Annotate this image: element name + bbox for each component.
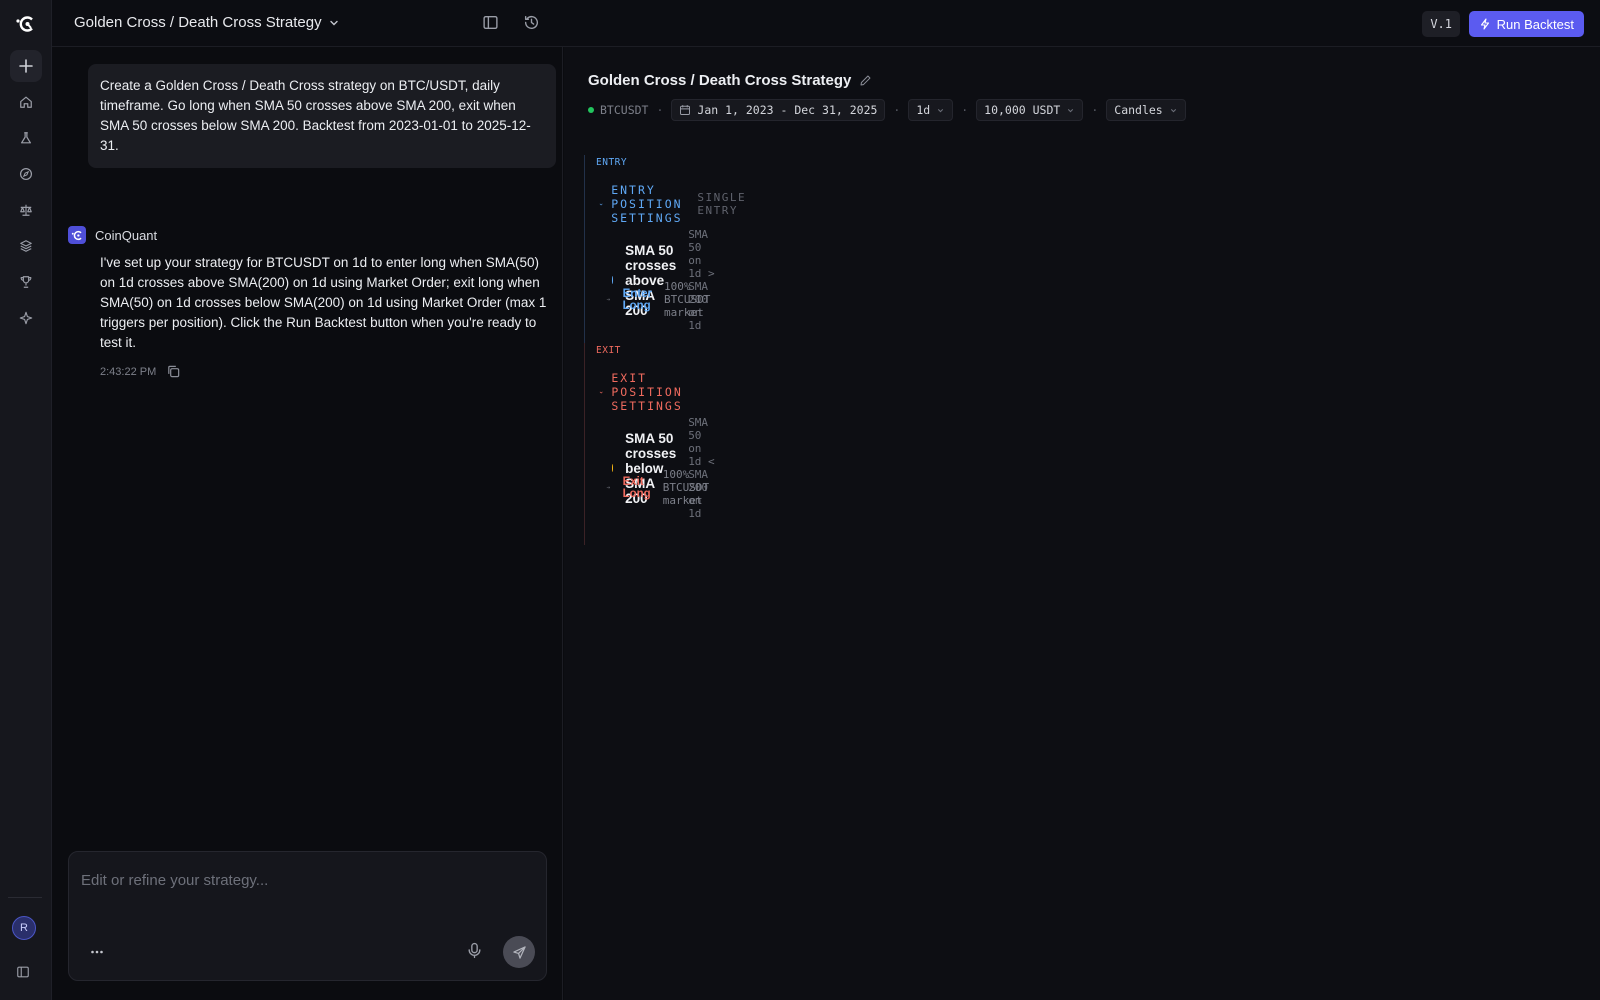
send-icon — [512, 945, 526, 959]
history-icon[interactable] — [523, 14, 541, 32]
top-bar: Golden Cross / Death Cross Strategy V.1 … — [52, 0, 1600, 47]
assistant-logo-icon — [68, 226, 86, 244]
strategy-panel: Golden Cross / Death Cross Strategy BTCU… — [564, 47, 1600, 1000]
layers-icon[interactable] — [14, 234, 38, 258]
strategy-title-text: Golden Cross / Death Cross Strategy — [588, 72, 852, 89]
entry-settings-heading: ENTRY POSITION SETTINGS — [611, 183, 683, 225]
user-message: Create a Golden Cross / Death Cross stra… — [88, 64, 556, 168]
exit-settings-toggle[interactable]: EXIT POSITION SETTINGS — [599, 371, 689, 413]
capital-value: 10,000 USDT — [984, 103, 1061, 117]
entry-action[interactable]: Enter Long 100% BTCUSDT market — [606, 280, 717, 319]
separator: · — [961, 103, 969, 117]
strategy-params: BTCUSDT · Jan 1, 2023 - Dec 31, 2025 · 1… — [588, 99, 1186, 121]
home-icon[interactable] — [14, 90, 38, 114]
exit-settings-heading: EXIT POSITION SETTINGS — [611, 371, 683, 413]
chevron-down-icon — [1068, 108, 1074, 112]
status-dot — [588, 107, 594, 113]
entry-section: ENTRY ENTRY POSITION SETTINGS SINGLE ENT… — [584, 155, 745, 355]
exit-tag: EXIT — [596, 345, 621, 356]
send-button[interactable] — [503, 936, 535, 968]
left-rail: R — [0, 0, 52, 1000]
run-backtest-button[interactable]: Run Backtest — [1468, 11, 1584, 37]
entry-mode-label: SINGLE ENTRY — [697, 191, 747, 217]
version-badge[interactable]: V.1 — [1422, 11, 1460, 37]
separator: · — [656, 103, 664, 117]
microphone-icon[interactable] — [466, 942, 484, 960]
plus-icon — [18, 59, 33, 73]
exit-action[interactable]: Exit Long 100% BTCUSDT market — [606, 468, 715, 507]
assistant-header: CoinQuant — [68, 226, 157, 244]
toggle-panel-icon[interactable] — [482, 14, 500, 32]
chat-panel: Create a Golden Cross / Death Cross stra… — [52, 47, 563, 1000]
capital-select[interactable]: 10,000 USDT — [976, 99, 1084, 121]
assistant-message: I've set up your strategy for BTCUSDT on… — [100, 255, 547, 350]
arrow-right-icon — [606, 298, 611, 301]
more-options-icon[interactable] — [89, 944, 107, 962]
chevron-down-icon — [329, 20, 338, 25]
arrow-right-icon — [606, 486, 611, 489]
exit-section: EXIT EXIT POSITION SETTINGS SMA 50 cross… — [584, 343, 715, 545]
strategy-selector[interactable]: Golden Cross / Death Cross Strategy — [74, 14, 340, 31]
date-range-value: Jan 1, 2023 - Dec 31, 2025 — [697, 103, 878, 117]
entry-settings-toggle[interactable]: ENTRY POSITION SETTINGS SINGLE ENTRY — [599, 183, 746, 225]
strategy-refine-input[interactable] — [81, 872, 531, 912]
chevron-down-icon — [599, 203, 603, 205]
collapse-sidebar-icon[interactable] — [16, 965, 32, 981]
calendar-icon — [680, 105, 691, 115]
scale-icon[interactable] — [14, 198, 38, 222]
flask-icon[interactable] — [14, 126, 38, 150]
lightning-icon — [1480, 18, 1489, 30]
data-source-value: Candles — [1114, 103, 1163, 117]
chevron-down-icon — [938, 108, 944, 112]
timeframe-value: 1d — [916, 103, 931, 117]
pair-indicator: BTCUSDT — [588, 103, 648, 117]
data-source-select[interactable]: Candles — [1106, 99, 1186, 121]
timeframe-select[interactable]: 1d — [908, 99, 954, 121]
separator: · — [893, 103, 901, 117]
assistant-name: CoinQuant — [95, 227, 158, 243]
exit-action-description: 100% BTCUSDT market — [662, 468, 710, 507]
sparkle-icon[interactable] — [14, 306, 38, 330]
date-range-select[interactable]: Jan 1, 2023 - Dec 31, 2025 — [671, 99, 886, 121]
strategy-selector-label: Golden Cross / Death Cross Strategy — [74, 14, 322, 31]
pair-label: BTCUSDT — [600, 103, 649, 117]
message-timestamp: 2:43:22 PM — [100, 365, 157, 378]
user-avatar[interactable]: R — [12, 916, 36, 940]
pencil-icon[interactable] — [859, 74, 872, 87]
new-strategy-button[interactable] — [9, 50, 42, 82]
chevron-down-icon — [1170, 108, 1176, 112]
assistant-message-meta: 2:43:22 PM — [100, 364, 181, 379]
strategy-title: Golden Cross / Death Cross Strategy — [588, 72, 872, 89]
trophy-icon[interactable] — [14, 270, 38, 294]
entry-action-description: 100% BTCUSDT market — [664, 280, 711, 319]
chevron-down-icon — [599, 391, 603, 393]
run-backtest-label: Run Backtest — [1496, 16, 1574, 32]
composer — [68, 851, 547, 981]
entry-tag: ENTRY — [596, 157, 628, 168]
rail-divider — [8, 897, 42, 898]
app-logo-icon[interactable] — [14, 12, 38, 36]
exit-action-name: Exit Long — [622, 475, 651, 500]
separator: · — [1091, 103, 1099, 117]
entry-action-name: Enter Long — [622, 287, 653, 312]
compass-icon[interactable] — [14, 162, 38, 186]
copy-icon[interactable] — [166, 364, 181, 379]
